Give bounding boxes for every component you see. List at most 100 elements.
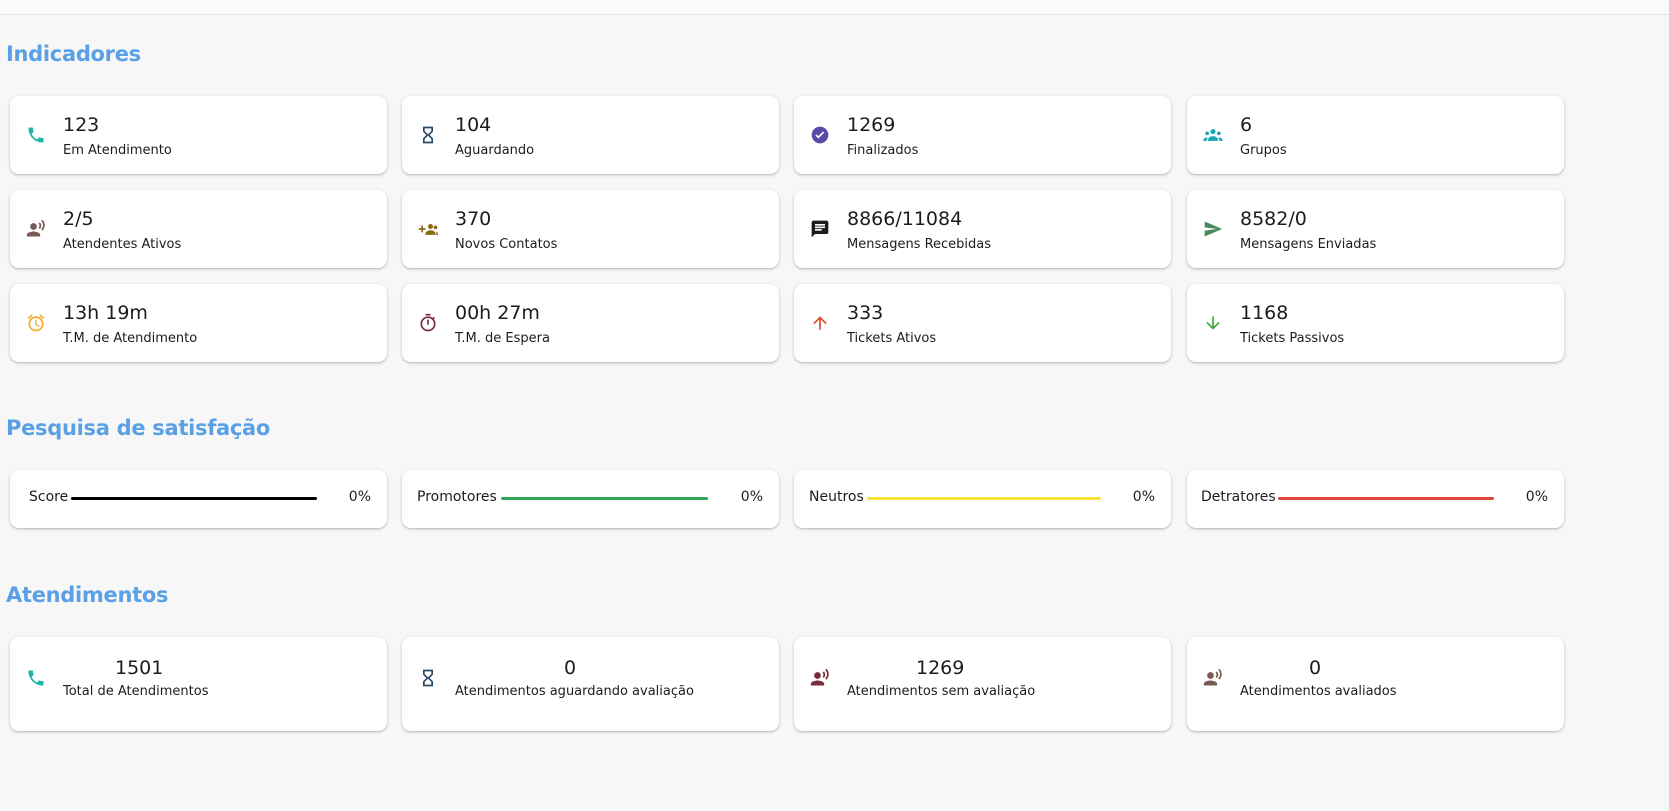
satisfaction-bar [71, 497, 317, 500]
check-circle-icon-glyph [811, 126, 829, 144]
chat-icon [809, 218, 831, 240]
alarm-icon [25, 312, 47, 334]
attendance-label: Total de Atendimentos [63, 684, 209, 699]
attendance-card-avaliados: 0 Atendimentos avaliados [1187, 637, 1564, 731]
satisfaction-percent: 0% [348, 489, 371, 505]
groups-icon [1202, 124, 1224, 146]
satisfaction-title: Pesquisa de satisfação [6, 416, 271, 440]
kpi-card-finalizados: 1269 Finalizados [794, 96, 1171, 174]
kpi-label: Mensagens Recebidas [847, 237, 992, 252]
arrow-up-icon-glyph [813, 316, 827, 330]
kpi-card-tickets-passivos: 1168 Tickets Passivos [1187, 284, 1564, 362]
hourglass-icon-glyph [423, 126, 433, 144]
kpi-card-tickets-ativos: 333 Tickets Ativos [794, 284, 1171, 362]
kpi-card-aguardando: 104 Aguardando [402, 96, 779, 174]
kpi-card-atendentes-ativos: 2/5 Atendentes Ativos [10, 190, 387, 268]
record-voice-icon [25, 218, 47, 240]
phone-icon-glyph [28, 127, 44, 143]
satisfaction-percent: 0% [1525, 489, 1548, 505]
kpi-value: 1168 [1240, 302, 1289, 324]
attendance-label: Atendimentos avaliados [1240, 684, 1397, 699]
group-add-icon [417, 218, 439, 240]
kpi-card-mensagens-enviadas: 8582/0 Mensagens Enviadas [1187, 190, 1564, 268]
kpi-label: Finalizados [847, 143, 919, 158]
kpi-value: 2/5 [63, 208, 94, 230]
attendances-title: Atendimentos [6, 583, 169, 607]
group-add-icon-glyph [418, 224, 438, 235]
attendance-value: 1501 [115, 657, 164, 679]
indicators-title: Indicadores [6, 42, 141, 66]
kpi-label: Em Atendimento [63, 143, 172, 158]
satisfaction-label: Neutros [809, 489, 864, 505]
kpi-label: T.M. de Espera [455, 331, 550, 346]
attendance-card-aguardando-avaliacao: 0 Atendimentos aguardando avaliação [402, 637, 779, 731]
kpi-label: Tickets Ativos [847, 331, 937, 346]
timer-icon [417, 312, 439, 334]
kpi-value: 8866/11084 [847, 208, 963, 230]
kpi-label: Grupos [1240, 143, 1287, 158]
satisfaction-card-promotores: Promotores 0% [402, 470, 779, 528]
chat-icon-glyph [811, 220, 829, 238]
kpi-value: 1269 [847, 114, 896, 136]
attendance-value: 0 [1309, 657, 1322, 679]
phone-icon-glyph [28, 670, 44, 686]
satisfaction-bar [1278, 497, 1494, 500]
kpi-card-tm-atendimento: 13h 19m T.M. de Atendimento [10, 284, 387, 362]
attendance-value: 1269 [916, 657, 965, 679]
kpi-value: 00h 27m [455, 302, 540, 324]
satisfaction-percent: 0% [1132, 489, 1155, 505]
kpi-label: Tickets Passivos [1240, 331, 1345, 346]
kpi-value: 6 [1240, 114, 1253, 136]
satisfaction-percent: 0% [740, 489, 763, 505]
kpi-card-grupos: 6 Grupos [1187, 96, 1564, 174]
hourglass-icon [417, 667, 439, 689]
satisfaction-bar [501, 497, 708, 500]
attendance-value: 0 [564, 657, 577, 679]
send-icon-glyph [1204, 221, 1223, 237]
kpi-label: Novos Contatos [455, 237, 558, 252]
kpi-card-em-atendimento: 123 Em Atendimento [10, 96, 387, 174]
satisfaction-bar [867, 497, 1101, 500]
satisfaction-card-score: Score 0% [10, 470, 387, 528]
arrow-down-icon-glyph [1206, 316, 1220, 330]
record-voice-icon [1202, 667, 1224, 689]
hourglass-icon-glyph [423, 669, 433, 687]
kpi-label: T.M. de Atendimento [63, 331, 198, 346]
record-voice-icon-glyph [1203, 668, 1222, 686]
satisfaction-label: Promotores [417, 489, 497, 505]
groups-icon-glyph [1203, 129, 1223, 141]
kpi-label: Mensagens Enviadas [1240, 237, 1377, 252]
phone-icon [25, 124, 47, 146]
record-voice-icon [809, 667, 831, 689]
kpi-value: 104 [455, 114, 492, 136]
record-voice-icon-glyph [26, 219, 45, 237]
kpi-value: 8582/0 [1240, 208, 1307, 230]
arrow-up-icon [809, 312, 831, 334]
record-voice-icon-glyph [810, 668, 829, 686]
attendance-label: Atendimentos sem avaliação [847, 684, 1036, 699]
satisfaction-card-neutros: Neutros 0% [794, 470, 1171, 528]
kpi-card-novos-contatos: 370 Novos Contatos [402, 190, 779, 268]
kpi-card-mensagens-recebidas: 8866/11084 Mensagens Recebidas [794, 190, 1171, 268]
satisfaction-label: Detratores [1201, 489, 1276, 505]
top-bar [0, 0, 1669, 15]
kpi-label: Aguardando [455, 143, 535, 158]
arrow-down-icon [1202, 312, 1224, 334]
kpi-label: Atendentes Ativos [63, 237, 182, 252]
attendance-card-sem-avaliacao: 1269 Atendimentos sem avaliação [794, 637, 1171, 731]
kpi-value: 370 [455, 208, 492, 230]
alarm-icon-glyph [27, 314, 45, 332]
phone-icon [25, 667, 47, 689]
attendance-card-total: 1501 Total de Atendimentos [10, 637, 387, 731]
timer-icon-glyph [420, 313, 436, 332]
hourglass-icon [417, 124, 439, 146]
satisfaction-card-detratores: Detratores 0% [1187, 470, 1564, 528]
check-circle-icon [809, 124, 831, 146]
satisfaction-label: Score [29, 489, 69, 505]
kpi-value: 333 [847, 302, 884, 324]
send-icon [1202, 218, 1224, 240]
attendance-label: Atendimentos aguardando avaliação [455, 684, 694, 699]
kpi-card-tm-espera: 00h 27m T.M. de Espera [402, 284, 779, 362]
kpi-value: 13h 19m [63, 302, 148, 324]
kpi-value: 123 [63, 114, 100, 136]
